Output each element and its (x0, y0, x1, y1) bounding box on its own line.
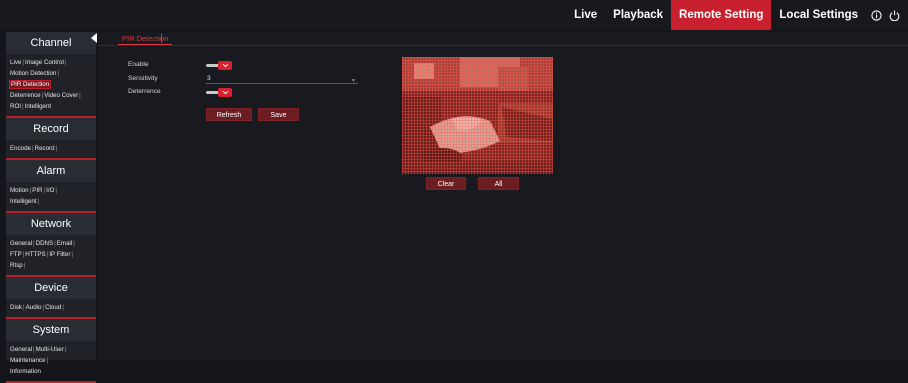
sidebar-heading-device[interactable]: Device (6, 277, 96, 299)
sidebar-item-alarm-intelligent[interactable]: Intelligent (10, 198, 37, 205)
sidebar-section-device: Device Disk|Audio|Cloud| (6, 277, 96, 319)
sidebar-item-information[interactable]: Information (10, 368, 41, 375)
refresh-button[interactable]: Refresh (206, 108, 252, 121)
sidebar-section-system: System General|Multi-User| Maintenance| … (6, 319, 96, 383)
detection-grid (402, 57, 553, 174)
sidebar-item-encode[interactable]: Encode (10, 145, 31, 152)
sidebar-section-record: Record Encode|Record| (6, 118, 96, 160)
sidebar-item-intelligent[interactable]: Intelligent (25, 103, 52, 110)
sidebar-item-pir-detection[interactable]: PIR Detection (8, 80, 52, 89)
deterrence-toggle[interactable] (206, 88, 233, 97)
sidebar-item-ip-filter[interactable]: IP Filter (49, 251, 70, 258)
sidebar-heading-system[interactable]: System (6, 319, 96, 341)
sidebar-item-ddns[interactable]: DDNS (36, 240, 54, 247)
clear-button[interactable]: Clear (426, 177, 466, 190)
sidebar-item-maintenance[interactable]: Maintenance (10, 357, 45, 364)
sidebar-item-motion[interactable]: Motion (10, 187, 29, 194)
nav-playback[interactable]: Playback (605, 0, 671, 30)
sensitivity-select[interactable]: 3 ▼ (206, 74, 358, 84)
sidebar-item-system-general[interactable]: General (10, 346, 32, 353)
sidebar-item-rtsp[interactable]: Rtsp (10, 262, 23, 269)
sensitivity-label: Sensitivity (128, 75, 158, 82)
sidebar-heading-alarm[interactable]: Alarm (6, 160, 96, 182)
sidebar-heading-record[interactable]: Record (6, 118, 96, 140)
sidebar-section-channel: Channel Live|Image Control| Motion Detec… (6, 32, 96, 118)
sensitivity-value: 3 (207, 75, 211, 82)
sidebar-item-multi-user[interactable]: Multi-User (36, 346, 64, 353)
sidebar-item-record[interactable]: Record (35, 145, 55, 152)
sidebar-links-system: General|Multi-User| Maintenance| Informa… (10, 346, 67, 375)
top-bar: Live Playback Remote Setting Local Setti… (0, 0, 908, 30)
sidebar-heading-channel[interactable]: Channel (6, 32, 96, 54)
tab-bar: PIR Detection (98, 32, 908, 46)
info-icon[interactable] (868, 0, 884, 30)
enable-toggle[interactable] (206, 61, 233, 70)
save-button[interactable]: Save (258, 108, 299, 121)
sidebar-item-audio[interactable]: Audio (26, 304, 42, 311)
sidebar-links-device: Disk|Audio|Cloud| (10, 304, 64, 311)
nav-local-settings[interactable]: Local Settings (771, 0, 866, 30)
power-icon[interactable] (886, 0, 902, 30)
main-content: PIR Detection Enable Sensitivity 3 ▼ Det… (98, 32, 908, 360)
sidebar-links-record: Encode|Record| (10, 145, 58, 152)
camera-preview[interactable] (402, 57, 553, 174)
sidebar-links-channel: Live|Image Control| Motion Detection| PI… (8, 59, 81, 110)
sidebar-item-live[interactable]: Live (10, 59, 21, 66)
top-nav: Live Playback Remote Setting Local Setti… (566, 0, 908, 30)
sidebar-item-image-control[interactable]: Image Control (25, 59, 64, 66)
sidebar-item-ftp[interactable]: FTP (10, 251, 22, 258)
sidebar-item-general[interactable]: General (10, 240, 32, 247)
sidebar-section-network: Network General|DDNS|Email| FTP|HTTPS|IP… (6, 213, 96, 277)
collapse-arrow-icon[interactable] (91, 33, 97, 43)
deterrence-label: Deterrence (128, 88, 161, 95)
sidebar: Channel Live|Image Control| Motion Detec… (6, 32, 96, 383)
sidebar-heading-network[interactable]: Network (6, 213, 96, 235)
sidebar-item-pir[interactable]: PIR (32, 187, 42, 194)
sidebar-item-motion-detection[interactable]: Motion Detection (10, 70, 56, 77)
tab-pir-detection[interactable]: PIR Detection (118, 32, 173, 45)
sidebar-item-email[interactable]: Email (57, 240, 72, 247)
sidebar-item-https[interactable]: HTTPS (25, 251, 45, 258)
sidebar-links-alarm: Motion|PIR|I/O| Intelligent| (10, 187, 57, 205)
sidebar-item-roi[interactable]: ROI (10, 103, 21, 110)
chevron-down-icon (222, 63, 228, 68)
sidebar-item-video-cover[interactable]: Video Cover (44, 92, 78, 99)
sidebar-links-network: General|DDNS|Email| FTP|HTTPS|IP Filter|… (10, 240, 75, 269)
sidebar-item-disk[interactable]: Disk (10, 304, 22, 311)
nav-remote-setting[interactable]: Remote Setting (671, 0, 772, 30)
dropdown-caret-icon: ▼ (351, 78, 356, 84)
toggle-knob (218, 61, 232, 70)
sidebar-item-deterrence[interactable]: Deterrence (10, 92, 41, 99)
tab-separator (161, 34, 162, 43)
toggle-knob (218, 88, 232, 97)
sidebar-section-alarm: Alarm Motion|PIR|I/O| Intelligent| (6, 160, 96, 213)
nav-live[interactable]: Live (566, 0, 605, 30)
enable-label: Enable (128, 61, 149, 68)
all-button[interactable]: All (478, 177, 519, 190)
sidebar-item-cloud[interactable]: Cloud (45, 304, 61, 311)
chevron-down-icon (222, 90, 228, 95)
